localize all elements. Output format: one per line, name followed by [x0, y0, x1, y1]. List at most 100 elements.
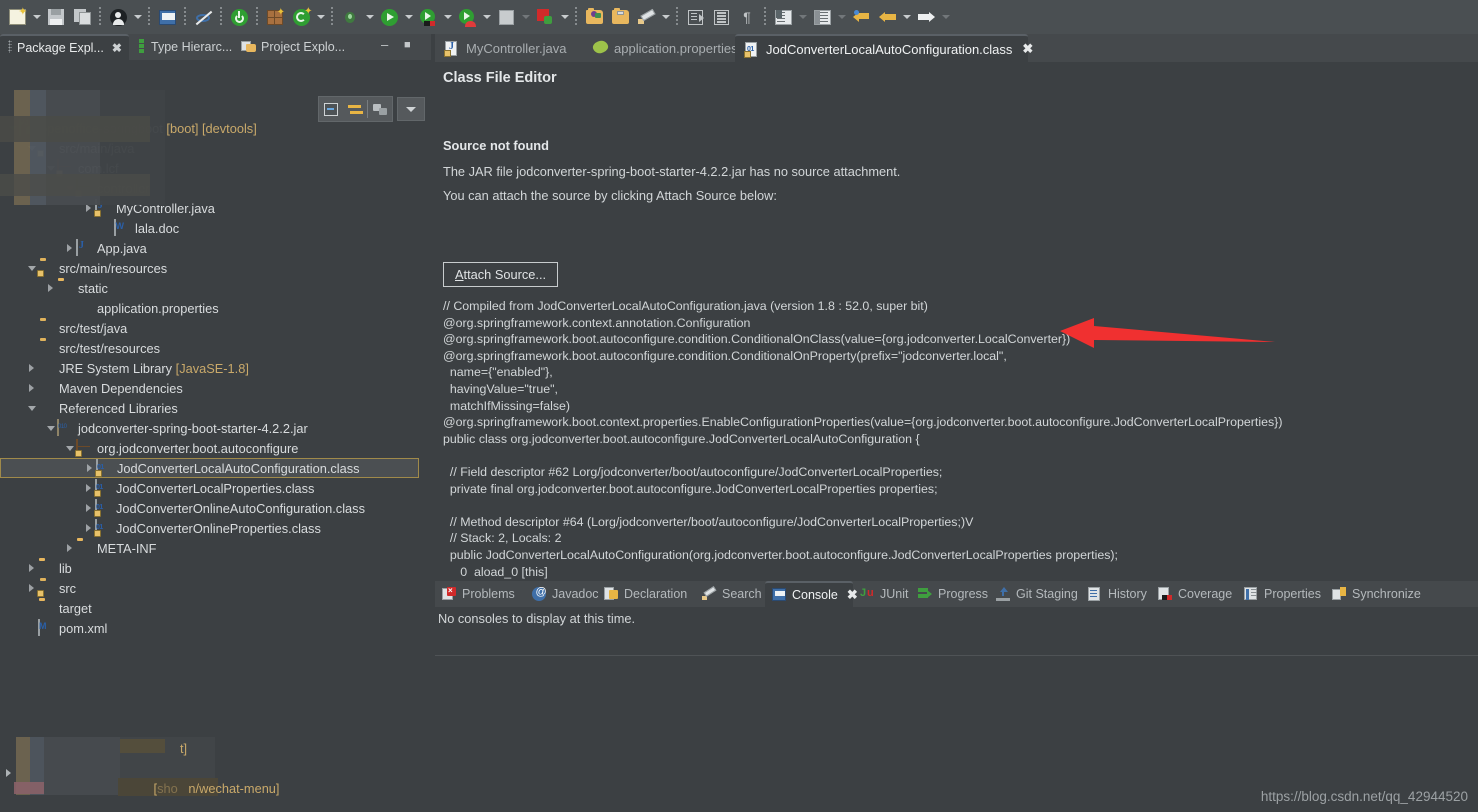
view-tab-close-icon[interactable]: ✖ [112, 41, 122, 55]
run-external-tools-icon[interactable] [455, 5, 479, 29]
show-whitespace-icon[interactable]: ¶ [735, 5, 759, 29]
tree-item[interactable]: Maven Dependencies [0, 378, 419, 398]
bottom-tab-declaration[interactable]: Declaration [597, 581, 695, 607]
tree-item[interactable]: lib [0, 558, 419, 578]
save-all-icon[interactable] [70, 5, 94, 29]
forward-icon[interactable] [914, 5, 938, 29]
tree-twisty[interactable] [25, 598, 38, 618]
editor-tab-close-icon[interactable]: ✖ [1022, 41, 1033, 57]
tree-item[interactable]: Referenced Libraries [0, 398, 419, 418]
bottom-tab-javadoc[interactable]: @ Javadoc [525, 581, 599, 607]
view-maximize-button[interactable]: ■ [404, 40, 411, 51]
view-tab-project-explo[interactable]: Project Explo... [233, 34, 345, 60]
tree-item[interactable]: src/test/java [0, 318, 419, 338]
power-spring-boot-icon[interactable] [227, 5, 251, 29]
bottom-tab-coverage[interactable]: Coverage [1151, 581, 1237, 607]
bottom-tab-synchronize[interactable]: Synchronize [1325, 581, 1421, 607]
run-coverage-icon[interactable] [416, 5, 440, 29]
tree-twisty[interactable] [25, 358, 38, 378]
new-java-package-icon[interactable] [582, 5, 606, 29]
user-account-icon[interactable] [106, 5, 130, 29]
bottom-tab-junit[interactable]: Ju JUnit [853, 581, 911, 607]
tree-item[interactable]: src [0, 578, 419, 598]
view-tab-package-expl[interactable]: Package Expl... ✖ [0, 34, 129, 60]
tree-item[interactable]: JodConverterOnlineAutoConfiguration.clas… [0, 498, 419, 518]
tree-item[interactable]: src/test/resources [0, 338, 419, 358]
forward-dropdown[interactable] [939, 5, 952, 29]
stop-icon[interactable] [494, 5, 518, 29]
tree-item[interactable]: JRE System Library [JavaSE-1.8] [0, 358, 419, 378]
stop-dropdown[interactable] [519, 5, 532, 29]
back-dropdown[interactable] [900, 5, 913, 29]
bottom-tab-console[interactable]: Console ✖ [765, 581, 858, 607]
back-icon[interactable] [875, 5, 899, 29]
bottom-tab-history[interactable]: History [1081, 581, 1151, 607]
editor-tab-jodconverterlocalautoconfiguration-class[interactable]: 01 JodConverterLocalAutoConfiguration.cla… [735, 34, 1033, 62]
tree-item[interactable]: jodconverter-spring-boot-starter-4.2.2.j… [0, 418, 419, 438]
tree-twisty[interactable] [25, 378, 38, 398]
new-package-icon[interactable]: ✦ [263, 5, 287, 29]
save-icon[interactable] [44, 5, 68, 29]
editor-tab-mycontroller-java[interactable]: J MyController.java [435, 34, 583, 62]
open-folder-icon[interactable] [608, 5, 632, 29]
previous-edit-location-icon[interactable] [771, 5, 795, 29]
bottom-tab-search[interactable]: Search [695, 581, 765, 607]
run-coverage-dropdown[interactable] [441, 5, 454, 29]
terminate-icon[interactable] [533, 5, 557, 29]
run-icon[interactable] [377, 5, 401, 29]
project-tree[interactable]: openoffice-springboot [boot] [devtools]s… [0, 118, 419, 812]
tree-twisty[interactable] [25, 318, 38, 338]
tree-item[interactable]: static [0, 278, 419, 298]
tree-item[interactable]: src/main/resources [0, 258, 419, 278]
editor-tab-application-properties[interactable]: application.properties [583, 34, 738, 62]
tree-item[interactable]: META-INF [0, 538, 419, 558]
tree-item[interactable]: org.jodconverter.boot.autoconfigure [0, 438, 419, 458]
bottom-tab-git-staging[interactable]: Git Staging [989, 581, 1081, 607]
bottom-tab-progress[interactable]: Progress [911, 581, 989, 607]
tree-twisty[interactable] [25, 558, 38, 578]
edit-icon[interactable] [634, 5, 658, 29]
last-edit-location-icon[interactable] [810, 5, 834, 29]
terminate-dropdown[interactable] [558, 5, 571, 29]
previous-edit-dropdown[interactable] [796, 5, 809, 29]
tree-item[interactable]: pom.xml [0, 618, 419, 638]
tree-twisty[interactable] [44, 418, 57, 438]
tree-item[interactable]: application.properties [0, 298, 419, 318]
tree-item[interactable]: lala.doc [0, 218, 419, 238]
back-history-icon[interactable] [849, 5, 873, 29]
tree-twisty[interactable] [44, 278, 57, 298]
bottom-tab-problems[interactable]: × Problems [435, 581, 525, 607]
refresh-dropdown[interactable] [314, 5, 327, 29]
debug-icon[interactable] [338, 5, 362, 29]
last-edit-dropdown[interactable] [835, 5, 848, 29]
deactivate-task-icon[interactable] [191, 5, 215, 29]
tree-item-selected[interactable]: JodConverterLocalAutoConfiguration.class [0, 458, 419, 478]
next-annotation-icon[interactable] [683, 5, 707, 29]
view-minimize-button[interactable]: – [381, 38, 388, 51]
user-account-dropdown[interactable] [131, 5, 144, 29]
new-wizard-icon[interactable]: ✦ [5, 5, 29, 29]
tree-twisty[interactable] [63, 238, 76, 258]
edit-dropdown[interactable] [659, 5, 672, 29]
tree-twisty[interactable] [101, 218, 114, 238]
bottom-tab-properties[interactable]: Properties [1237, 581, 1325, 607]
refresh-icon[interactable]: ✦ [289, 5, 313, 29]
toggle-mark-occurrences-icon[interactable] [709, 5, 733, 29]
tree-expand-arrow-bottom[interactable] [6, 769, 11, 777]
tree-twisty[interactable] [63, 538, 76, 558]
tree-item[interactable]: target [0, 598, 419, 618]
debug-dropdown[interactable] [363, 5, 376, 29]
view-tab-type-hierarc[interactable]: Type Hierarc... [129, 34, 233, 60]
open-task-icon[interactable] [155, 5, 179, 29]
attach-source-button[interactable]: Attach Source... [443, 262, 559, 287]
tree-item[interactable]: App.java [0, 238, 419, 258]
tree-item[interactable]: JodConverterOnlineProperties.class [0, 518, 419, 538]
tree-twisty[interactable] [25, 338, 38, 358]
tree-twisty[interactable] [25, 618, 38, 638]
tree-twisty[interactable] [25, 398, 38, 418]
run-dropdown[interactable] [402, 5, 415, 29]
tree-item[interactable]: JodConverterLocalProperties.class [0, 478, 419, 498]
tree-twisty[interactable] [63, 298, 76, 318]
run-external-tools-dropdown[interactable] [480, 5, 493, 29]
new-wizard-dropdown[interactable] [30, 5, 43, 29]
